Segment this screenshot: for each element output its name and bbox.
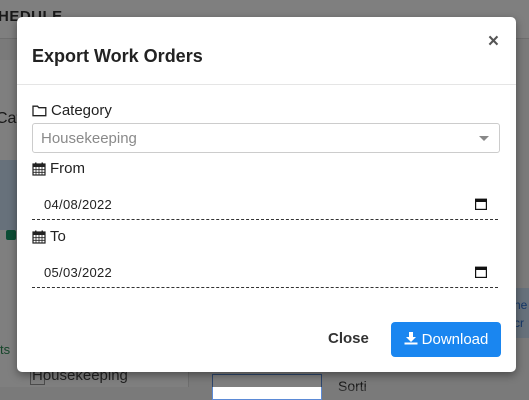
to-date-input[interactable]: 05/03/2022 bbox=[32, 257, 498, 288]
calendar-icon bbox=[32, 230, 46, 244]
chevron-down-icon bbox=[479, 136, 489, 141]
to-label: To bbox=[32, 228, 66, 245]
from-label-text: From bbox=[50, 160, 85, 177]
date-picker-icon[interactable] bbox=[475, 197, 488, 215]
from-date-value: 04/08/2022 bbox=[44, 197, 113, 212]
from-date-input[interactable]: 04/08/2022 bbox=[32, 189, 498, 220]
download-icon bbox=[404, 331, 418, 349]
from-label: From bbox=[32, 160, 85, 177]
category-label: Category bbox=[32, 102, 112, 119]
export-work-orders-modal: Export Work Orders × Category Housekeepi… bbox=[17, 17, 516, 372]
date-picker-icon[interactable] bbox=[475, 265, 488, 283]
download-button-label: Download bbox=[421, 331, 489, 348]
modal-header: Export Work Orders × bbox=[17, 17, 516, 85]
folder-icon bbox=[32, 104, 47, 117]
category-selected-value: Housekeeping bbox=[41, 130, 137, 147]
calendar-icon bbox=[32, 162, 46, 176]
to-date-value: 05/03/2022 bbox=[44, 265, 113, 280]
modal-title: Export Work Orders bbox=[32, 46, 203, 66]
to-label-text: To bbox=[50, 228, 66, 245]
category-select[interactable]: Housekeeping bbox=[32, 123, 500, 153]
close-button[interactable]: Close bbox=[328, 330, 369, 347]
close-icon[interactable]: × bbox=[488, 31, 499, 53]
download-button[interactable]: Download bbox=[391, 322, 501, 357]
category-label-text: Category bbox=[51, 102, 112, 119]
